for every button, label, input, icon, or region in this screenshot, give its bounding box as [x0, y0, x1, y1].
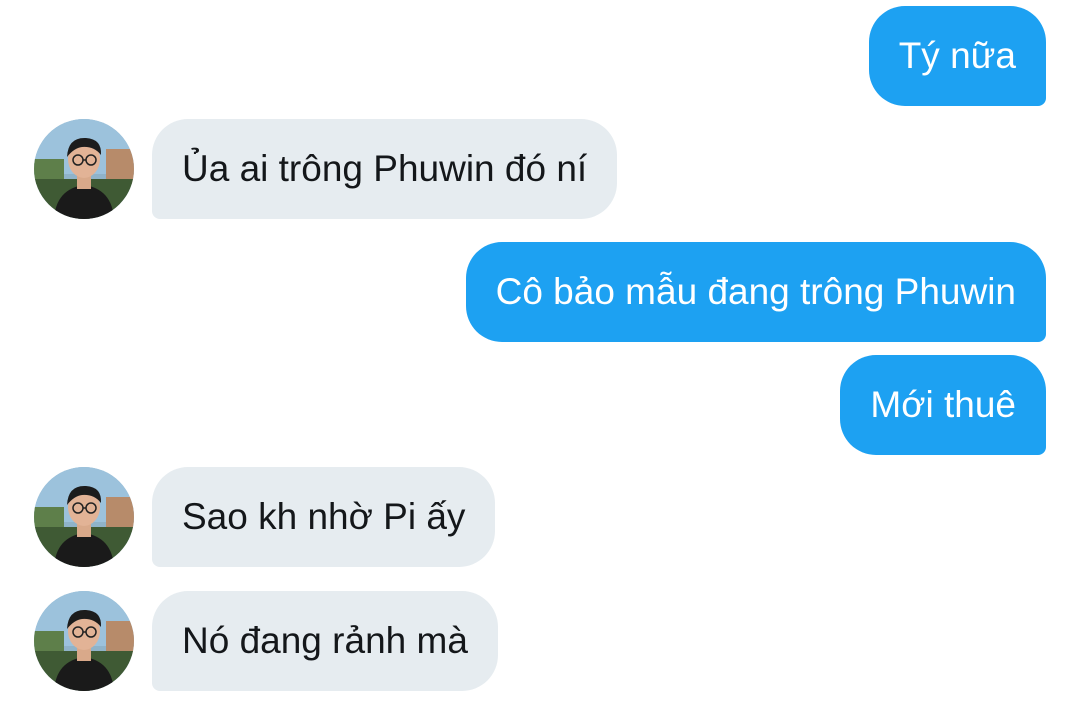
- outgoing-message-bubble[interactable]: Mới thuê: [840, 355, 1046, 455]
- user-avatar-photo-icon: [34, 119, 134, 219]
- incoming-message-bubble[interactable]: Nó đang rảnh mà: [152, 591, 498, 691]
- outgoing-message-bubble[interactable]: Tý nữa: [868, 6, 1046, 106]
- incoming-message-bubble[interactable]: Sao kh nhờ Pi ấy: [152, 467, 496, 567]
- incoming-message-bubble[interactable]: Ủa ai trông Phuwin đó ní: [152, 119, 618, 219]
- chat-screen: { "messages": [ {"direction": "outgoing"…: [0, 0, 1080, 710]
- user-avatar-photo-icon: [34, 591, 134, 691]
- sender-avatar[interactable]: [34, 119, 134, 219]
- sender-avatar[interactable]: [34, 467, 134, 567]
- outgoing-message-bubble[interactable]: Cô bảo mẫu đang trông Phuwin: [465, 242, 1046, 342]
- user-avatar-photo-icon: [34, 467, 134, 567]
- sender-avatar[interactable]: [34, 591, 134, 691]
